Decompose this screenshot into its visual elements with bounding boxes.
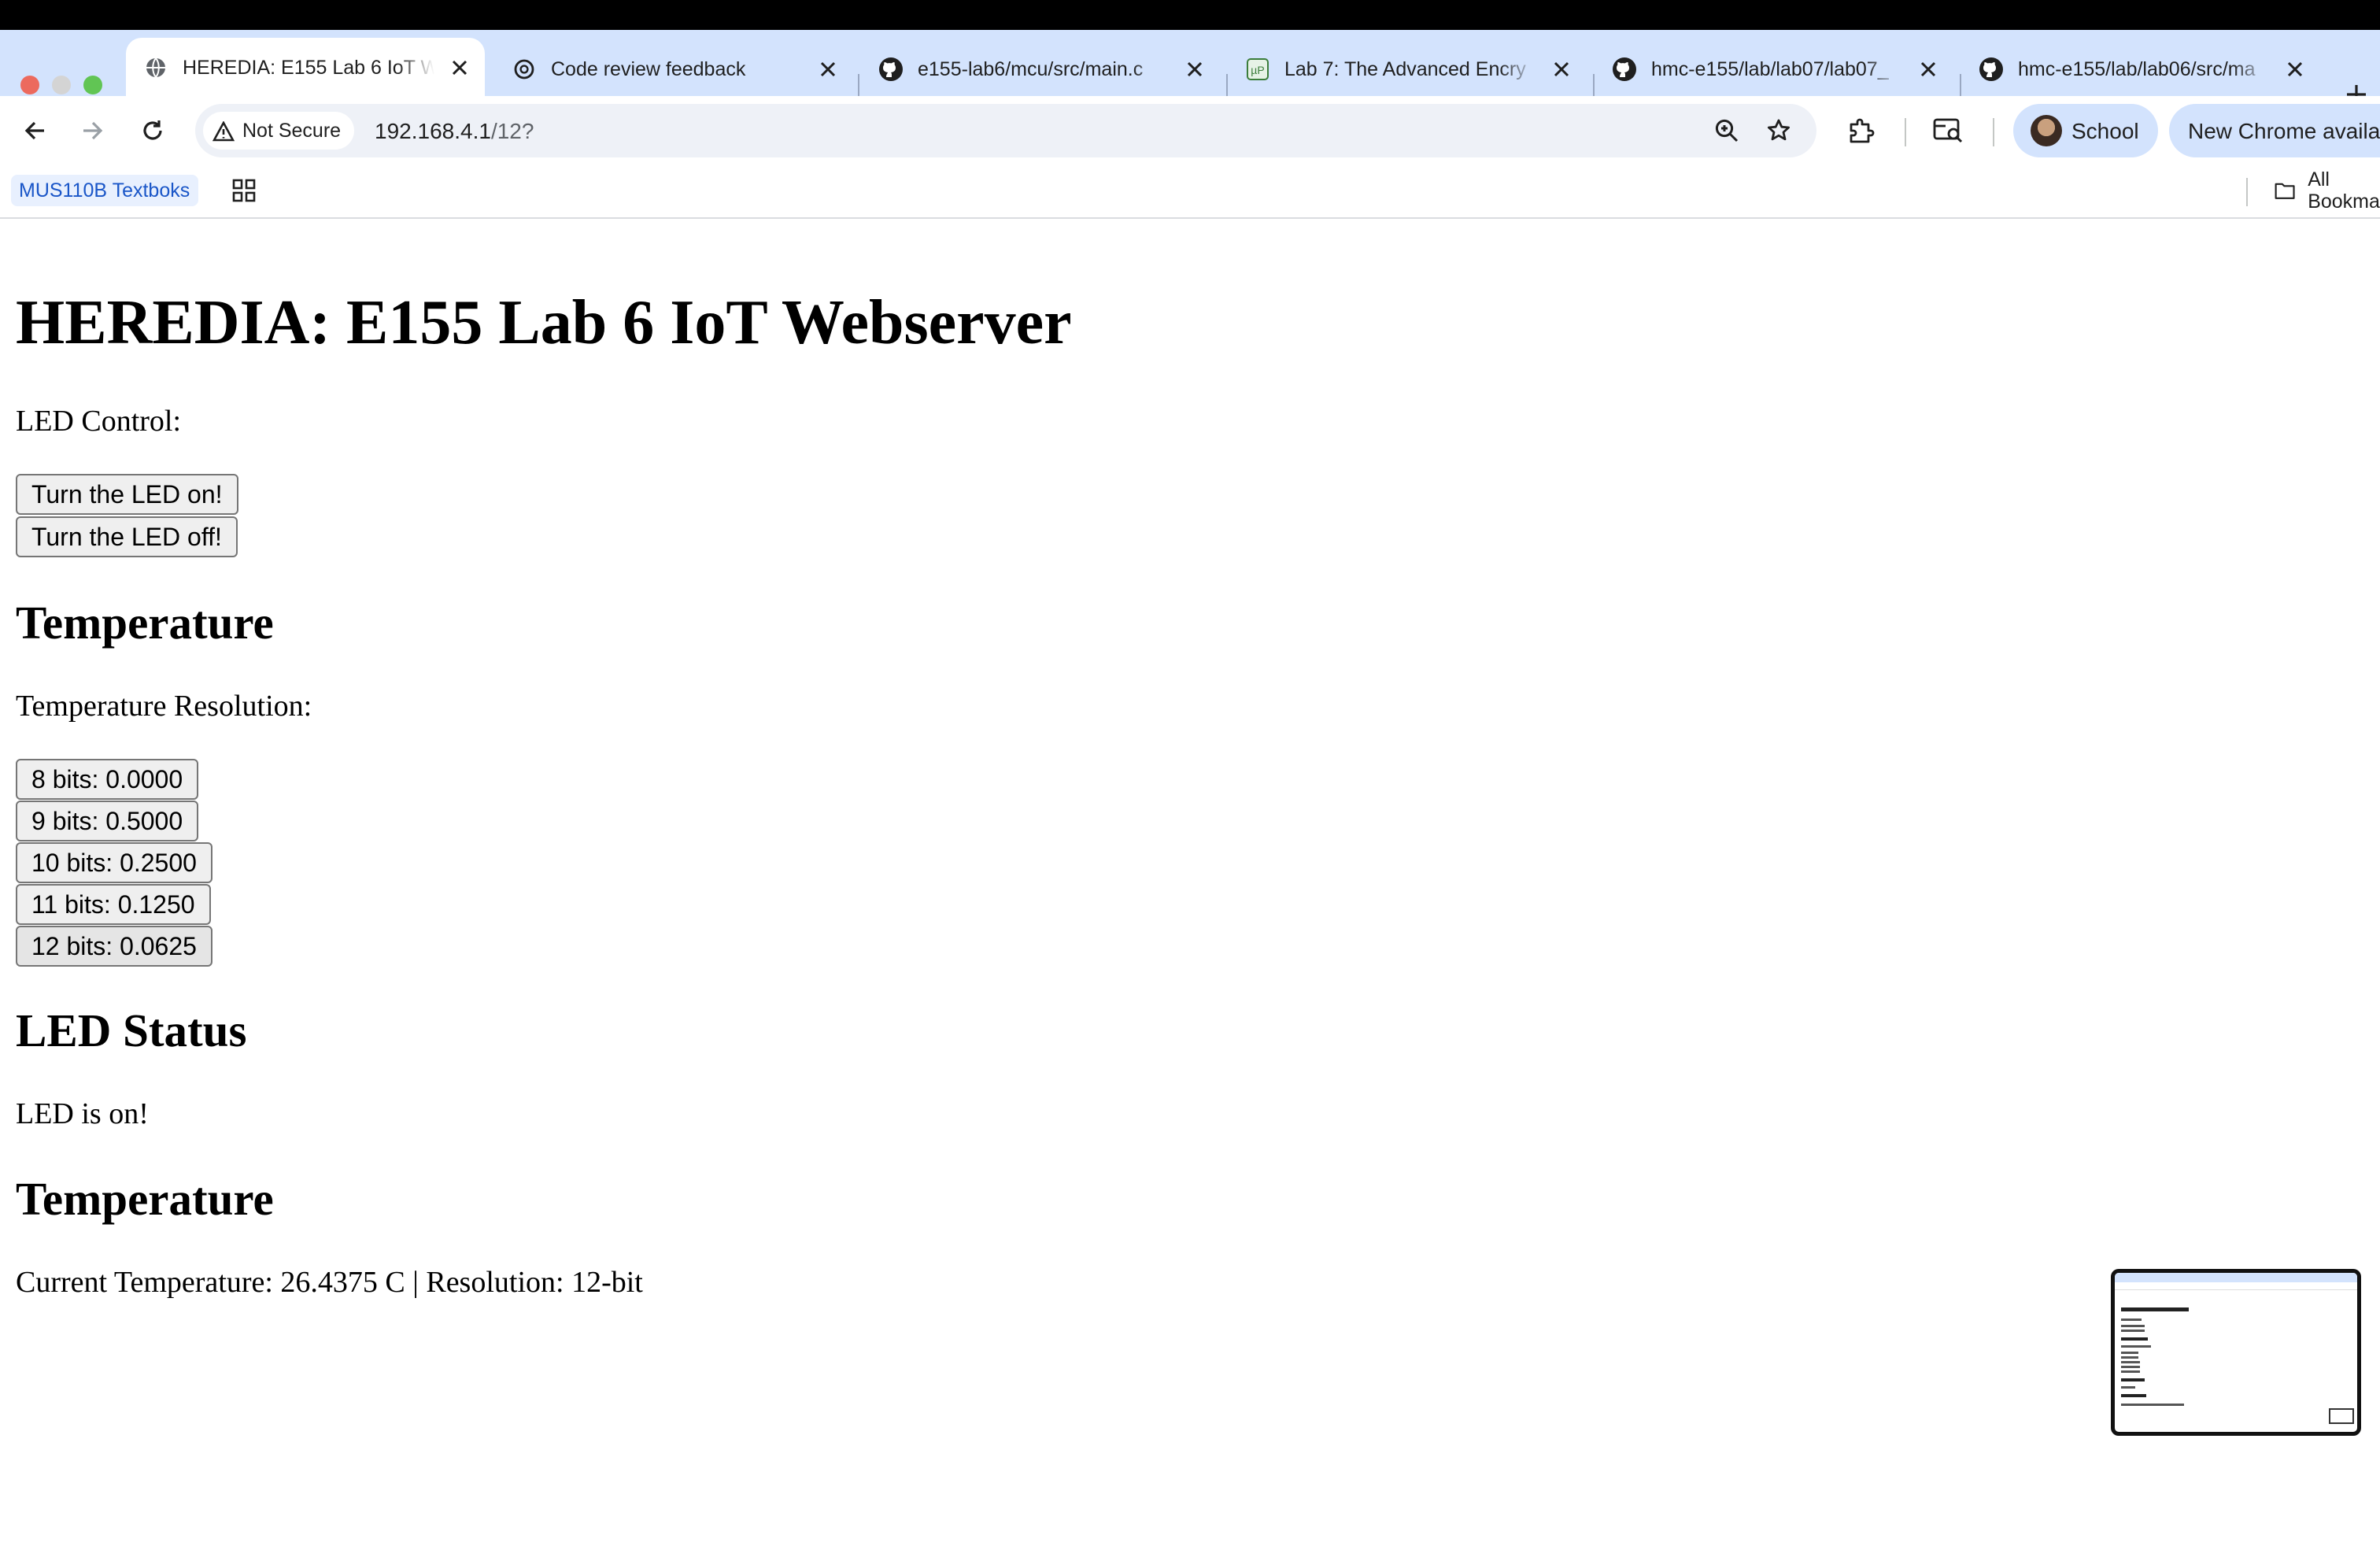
led-on-button[interactable]: Turn the LED on!	[16, 474, 238, 515]
thumbnail-line	[2121, 1337, 2148, 1341]
resolution-12bit-button[interactable]: 12 bits: 0.0625	[16, 926, 213, 967]
tab-github-lab6-main[interactable]: e155-lab6/mcu/src/main.c	[861, 43, 1220, 96]
tab-title: Lab 7: The Advanced Encry	[1284, 58, 1526, 80]
thumbnail-line	[2121, 1386, 2135, 1389]
tab-search-icon[interactable]	[1933, 115, 1964, 146]
bookmarks-separator	[2246, 178, 2248, 206]
temperature-heading: Temperature	[16, 597, 274, 649]
all-bookmarks-label: All Bookmarks	[2308, 168, 2380, 213]
thumbnail-line	[2121, 1307, 2189, 1311]
led-control-label: LED Control:	[16, 405, 182, 438]
led-off-button[interactable]: Turn the LED off!	[16, 516, 238, 557]
address-bar[interactable]: Not Secure 192.168.4.1/12?	[195, 104, 1816, 157]
url-text[interactable]: 192.168.4.1/12?	[375, 118, 534, 143]
resolution-9bit-button[interactable]: 9 bits: 0.5000	[16, 801, 199, 841]
profile-button[interactable]: School	[2013, 104, 2158, 157]
bookmark-mus110b[interactable]: MUS110B Textboks	[11, 175, 198, 206]
url-host: 192.168.4.1	[375, 118, 491, 143]
tab-title: hmc-e155/lab/lab07/lab07_	[1651, 58, 1889, 80]
close-window-button[interactable]	[20, 76, 39, 94]
close-icon[interactable]	[2282, 57, 2308, 82]
svg-text:µP: µP	[1251, 64, 1264, 76]
forward-button[interactable]	[72, 110, 113, 151]
toolbar-separator	[1905, 118, 1906, 146]
tab-title: Code review feedback	[551, 58, 746, 80]
system-menu-bar	[0, 0, 2380, 30]
resolution-label: Temperature Resolution:	[16, 690, 312, 723]
tab-lab7-aes[interactable]: µP Lab 7: The Advanced Encry	[1228, 43, 1587, 96]
thumbnail-line	[2121, 1378, 2145, 1381]
led-status-text: LED is on!	[16, 1097, 149, 1130]
update-label: New Chrome available	[2188, 118, 2380, 143]
avatar	[2031, 115, 2062, 146]
page-title: HEREDIA: E155 Lab 6 IoT Webserver	[16, 288, 1072, 357]
page-content: HEREDIA: E155 Lab 6 IoT Webserver LED Co…	[0, 219, 2380, 1546]
thumbnail-line	[2121, 1370, 2140, 1373]
thumbnail-line	[2121, 1394, 2146, 1397]
folder-icon	[2275, 183, 2295, 199]
thumbnail-toolbar	[2115, 1282, 2357, 1290]
thumbnail-line	[2121, 1404, 2184, 1406]
thumbnail-line	[2121, 1352, 2138, 1354]
temperature-heading-2: Temperature	[16, 1173, 274, 1225]
close-icon[interactable]	[815, 57, 841, 82]
forward-arrow-icon	[83, 121, 103, 140]
tab-title: e155-lab6/mcu/src/main.c	[918, 58, 1144, 80]
close-icon[interactable]	[1916, 57, 1941, 82]
reload-icon	[143, 120, 162, 140]
back-button[interactable]	[14, 110, 55, 151]
thumbnail-line	[2121, 1325, 2145, 1327]
resolution-10bit-button[interactable]: 10 bits: 0.2500	[16, 842, 213, 883]
thumbnail-line	[2121, 1356, 2138, 1359]
extensions-icon[interactable]	[1845, 115, 1876, 146]
github-icon	[1612, 57, 1637, 82]
close-icon[interactable]	[447, 54, 472, 80]
globe-icon	[143, 54, 168, 80]
openai-icon	[512, 57, 537, 82]
thumbnail-line	[2121, 1345, 2151, 1348]
zoom-icon[interactable]	[1713, 117, 1741, 145]
profile-label: School	[2071, 118, 2139, 143]
url-path: /12?	[490, 118, 534, 143]
bookmark-star-icon[interactable]	[1765, 117, 1793, 145]
resolution-8bit-button[interactable]: 8 bits: 0.0000	[16, 759, 199, 800]
close-icon[interactable]	[1182, 57, 1207, 82]
thumbnail-line	[2121, 1330, 2145, 1332]
tab-code-review[interactable]: Code review feedback	[494, 43, 853, 96]
all-bookmarks-button[interactable]: All Bookmarks	[2275, 168, 2380, 213]
tab-title: HEREDIA: E155 Lab 6 IoT W	[183, 56, 434, 78]
close-icon[interactable]	[1549, 57, 1574, 82]
current-temperature-text: Current Temperature: 26.4375 C | Resolut…	[16, 1266, 643, 1299]
github-icon	[878, 57, 904, 82]
thumbnail-box	[2329, 1408, 2354, 1424]
warning-icon	[213, 120, 235, 141]
browser-toolbar: Not Secure 192.168.4.1/12? School New Ch…	[0, 96, 2380, 165]
github-icon	[1979, 57, 2004, 82]
reload-button[interactable]	[132, 110, 173, 151]
screenshot-thumbnail[interactable]	[2111, 1269, 2361, 1436]
thumbnail-line	[2121, 1366, 2140, 1368]
thumbnail-tabstrip	[2115, 1273, 2357, 1282]
minimize-window-button[interactable]	[52, 76, 71, 94]
bookmarks-bar: MUS110B Textboks All Bookmarks	[0, 165, 2380, 219]
tab-title: hmc-e155/lab/lab06/src/ma	[2018, 58, 2256, 80]
back-arrow-icon	[24, 121, 44, 140]
security-indicator[interactable]: Not Secure	[203, 112, 354, 150]
led-status-heading: LED Status	[16, 1004, 247, 1056]
thumbnail-line	[2121, 1361, 2140, 1363]
tab-github-lab07[interactable]: hmc-e155/lab/lab07/lab07_	[1595, 43, 1953, 96]
maximize-window-button[interactable]	[83, 76, 102, 94]
toolbar-separator	[1993, 118, 1994, 146]
thumbnail-line	[2121, 1319, 2142, 1321]
security-label: Not Secure	[242, 120, 342, 142]
resolution-11bit-button[interactable]: 11 bits: 0.1250	[16, 884, 211, 925]
tab-heredia-lab6[interactable]: HEREDIA: E155 Lab 6 IoT W	[126, 38, 485, 96]
tab-github-lab06[interactable]: hmc-e155/lab/lab06/src/ma	[1961, 43, 2320, 96]
microp-icon: µP	[1245, 57, 1270, 82]
update-chrome-button[interactable]: New Chrome available	[2169, 104, 2380, 157]
apps-grid-icon[interactable]	[231, 178, 257, 203]
